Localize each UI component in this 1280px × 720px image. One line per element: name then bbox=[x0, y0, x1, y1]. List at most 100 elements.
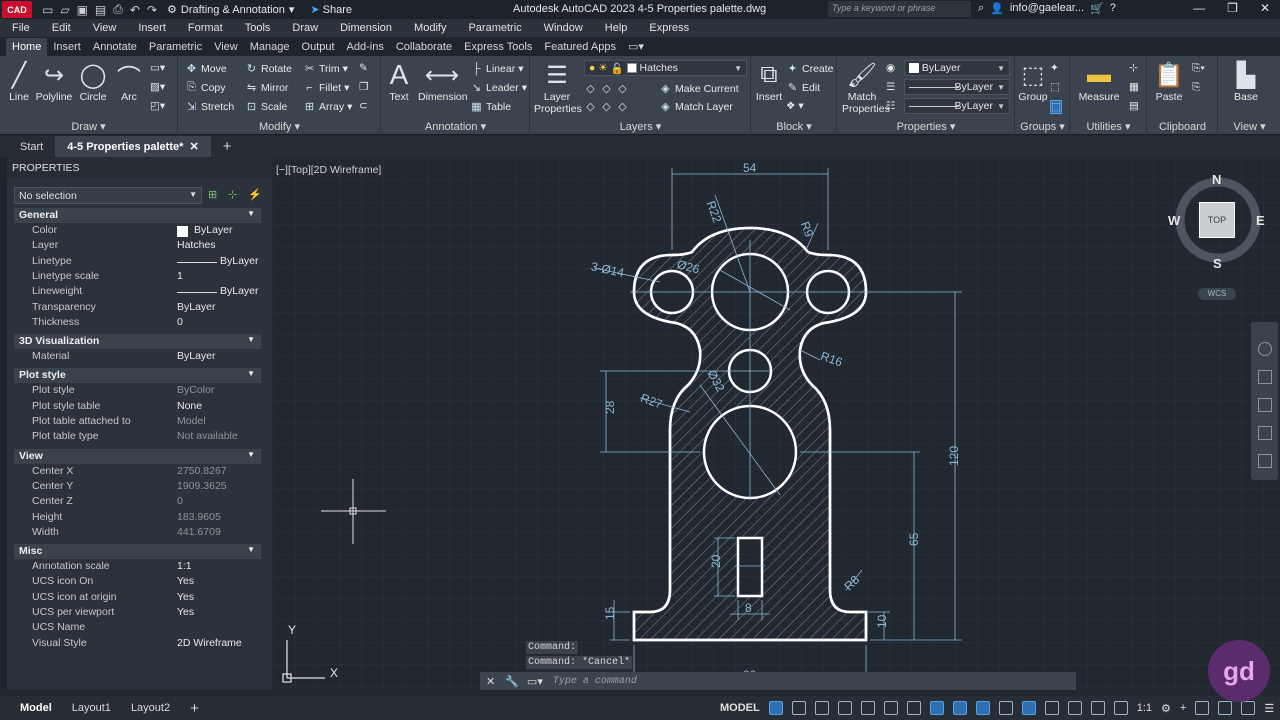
insert-button[interactable]: ⧉ Insert bbox=[754, 60, 784, 103]
layout-tab-model[interactable]: Model bbox=[10, 702, 62, 714]
property-row[interactable]: Lineweight ByLayer bbox=[14, 285, 261, 300]
ribbon-toggle-icon[interactable]: ▭▾ bbox=[622, 37, 650, 56]
property-value[interactable]: 2D Wireframe bbox=[177, 637, 242, 649]
collapse-icon[interactable]: ▼ bbox=[247, 450, 255, 459]
explode-icon[interactable]: ❐ bbox=[359, 81, 368, 93]
tab-output[interactable]: Output bbox=[296, 38, 341, 56]
erase-icon[interactable]: ✎ bbox=[359, 62, 368, 74]
customization-menu-icon[interactable]: ☰ bbox=[1264, 702, 1274, 715]
autocad-app-icon[interactable]: CAD bbox=[2, 1, 32, 18]
compass-west[interactable]: W bbox=[1168, 213, 1180, 228]
match-properties-button[interactable]: 🖌 Match Properties bbox=[842, 60, 890, 116]
pan-icon[interactable] bbox=[1257, 370, 1272, 384]
group-button[interactable]: ⬚ Group bbox=[1018, 60, 1048, 104]
section-misc[interactable]: Misc ▼ bbox=[14, 544, 261, 560]
offset-icon[interactable]: ⊂ bbox=[359, 100, 368, 112]
menu-view[interactable]: View bbox=[93, 22, 117, 34]
layer-properties-button[interactable]: ☰ Layer Properties bbox=[534, 60, 582, 116]
view-panel-title[interactable]: View ▾ bbox=[1219, 120, 1280, 133]
tab-manage[interactable]: Manage bbox=[244, 38, 296, 56]
property-row[interactable]: Plot style table None bbox=[14, 400, 261, 415]
menu-help[interactable]: Help bbox=[605, 22, 628, 34]
menu-draw[interactable]: Draw bbox=[292, 22, 318, 34]
layer-tools-row1[interactable]: ◇ ◇ ◇ bbox=[584, 82, 629, 95]
palette-titlebar-strip[interactable] bbox=[0, 158, 7, 690]
arc-button[interactable]: ⌒ Arc bbox=[114, 60, 144, 104]
stretch-button[interactable]: ⇲ Stretch bbox=[185, 100, 234, 114]
property-value[interactable]: None bbox=[177, 400, 202, 412]
property-value[interactable]: 183.9605 bbox=[177, 511, 221, 523]
close-command-icon[interactable]: ✕ bbox=[486, 675, 495, 688]
property-row[interactable]: Thickness 0 bbox=[14, 316, 261, 331]
property-value[interactable]: 441.6709 bbox=[177, 526, 221, 538]
collapse-icon[interactable]: ▼ bbox=[247, 545, 255, 554]
collapse-icon[interactable]: ▼ bbox=[247, 335, 255, 344]
zoom-icon[interactable] bbox=[1257, 398, 1272, 412]
lineweight-dropdown[interactable]: ByLayer ▼ bbox=[904, 98, 1010, 114]
properties-panel-title[interactable]: Properties ▾ bbox=[838, 120, 1014, 133]
tab-home[interactable]: Home bbox=[6, 38, 48, 56]
linetype-dropdown[interactable]: ByLayer ▼ bbox=[904, 79, 1010, 95]
compass-south[interactable]: S bbox=[1213, 256, 1222, 271]
tab-active-drawing[interactable]: 4-5 Properties palette* ✕ bbox=[55, 136, 211, 157]
make-current-button[interactable]: ◈ Make Current bbox=[659, 82, 738, 96]
collapse-icon[interactable]: ▼ bbox=[247, 209, 255, 218]
ungroup-icon[interactable]: ✦ bbox=[1050, 62, 1059, 74]
property-row[interactable]: Center X 2750.8267 bbox=[14, 465, 261, 480]
cart-icon[interactable]: 🛒 bbox=[1090, 2, 1104, 15]
tab-featured-apps[interactable]: Featured Apps bbox=[538, 38, 622, 56]
property-value[interactable]: Yes bbox=[177, 591, 194, 603]
orbit-icon[interactable] bbox=[1257, 426, 1272, 440]
command-input[interactable]: Type a command bbox=[553, 676, 637, 687]
redo-icon[interactable]: ↷ bbox=[147, 3, 157, 17]
drawing-canvas[interactable] bbox=[273, 158, 1280, 690]
property-value[interactable]: ByLayer bbox=[194, 224, 233, 236]
annotation-visibility-icon[interactable] bbox=[1113, 701, 1128, 715]
leader-button[interactable]: ↘ Leader ▾ bbox=[470, 81, 527, 95]
annotation-panel-title[interactable]: Annotation ▾ bbox=[382, 120, 529, 133]
new-tab-icon[interactable]: + bbox=[211, 136, 244, 157]
section-view[interactable]: View ▼ bbox=[14, 448, 261, 464]
select-objects-icon[interactable]: ⊹ bbox=[228, 188, 237, 201]
showmotion-icon[interactable] bbox=[1257, 454, 1272, 468]
tab-add-ins[interactable]: Add-ins bbox=[341, 38, 390, 56]
clean-screen-icon[interactable] bbox=[1241, 701, 1256, 715]
wcs-menu[interactable]: WCS bbox=[1198, 288, 1236, 300]
workspace-gear-icon[interactable]: ⚙ bbox=[1161, 702, 1171, 715]
dimension-button[interactable]: ⟷ Dimension bbox=[418, 60, 468, 104]
menu-insert[interactable]: Insert bbox=[138, 22, 166, 34]
property-row[interactable]: Layer Hatches bbox=[14, 239, 261, 254]
close-tab-icon[interactable]: ✕ bbox=[190, 140, 199, 153]
measure-button[interactable]: ▬ Measure bbox=[1077, 60, 1121, 103]
section-3d-visualization[interactable]: 3D Visualization ▼ bbox=[14, 334, 261, 350]
section-general[interactable]: General ▼ bbox=[14, 208, 261, 223]
menu-format[interactable]: Format bbox=[188, 22, 223, 34]
object-snap-tracking-icon[interactable] bbox=[929, 701, 944, 715]
property-row[interactable]: Plot table type Not available bbox=[14, 430, 261, 445]
transparency-icon[interactable] bbox=[998, 701, 1013, 715]
viewport-controls-label[interactable]: [−][Top][2D Wireframe] bbox=[276, 164, 381, 176]
customize-icon[interactable]: 🔧 bbox=[505, 675, 519, 688]
property-row[interactable]: UCS per viewport Yes bbox=[14, 606, 261, 621]
mirror-button[interactable]: ⇋ Mirror bbox=[245, 81, 289, 95]
selection-dropdown[interactable]: No selection ▼ bbox=[14, 187, 202, 204]
minimize-icon[interactable]: — bbox=[1193, 1, 1205, 15]
model-space-button[interactable]: MODEL bbox=[720, 702, 760, 714]
property-value[interactable]: 0 bbox=[177, 495, 183, 507]
linear-button[interactable]: ├ Linear ▾ bbox=[470, 62, 524, 75]
property-row[interactable]: Annotation scale 1:1 bbox=[14, 560, 261, 575]
polar-icon[interactable] bbox=[883, 701, 898, 715]
isodraft-icon[interactable] bbox=[906, 701, 921, 715]
scale-button[interactable]: ⊡ Scale bbox=[245, 100, 287, 114]
close-icon[interactable]: ✕ bbox=[1260, 1, 1270, 15]
array-button[interactable]: ⊞ Array ▾ bbox=[303, 100, 352, 114]
polyline-button[interactable]: ↪ Polyline bbox=[35, 60, 73, 104]
property-value[interactable]: ByLayer bbox=[220, 285, 259, 297]
tab-start[interactable]: Start bbox=[8, 136, 55, 157]
groups-panel-title[interactable]: Groups ▾ bbox=[1016, 120, 1069, 133]
undo-icon[interactable]: ↶ bbox=[130, 3, 140, 17]
compass-north[interactable]: N bbox=[1212, 172, 1221, 187]
menu-parametric[interactable]: Parametric bbox=[468, 22, 521, 34]
group-select-icon[interactable]: ⬚ bbox=[1050, 100, 1062, 114]
quick-select-icon[interactable]: ⊹ bbox=[1129, 62, 1138, 74]
